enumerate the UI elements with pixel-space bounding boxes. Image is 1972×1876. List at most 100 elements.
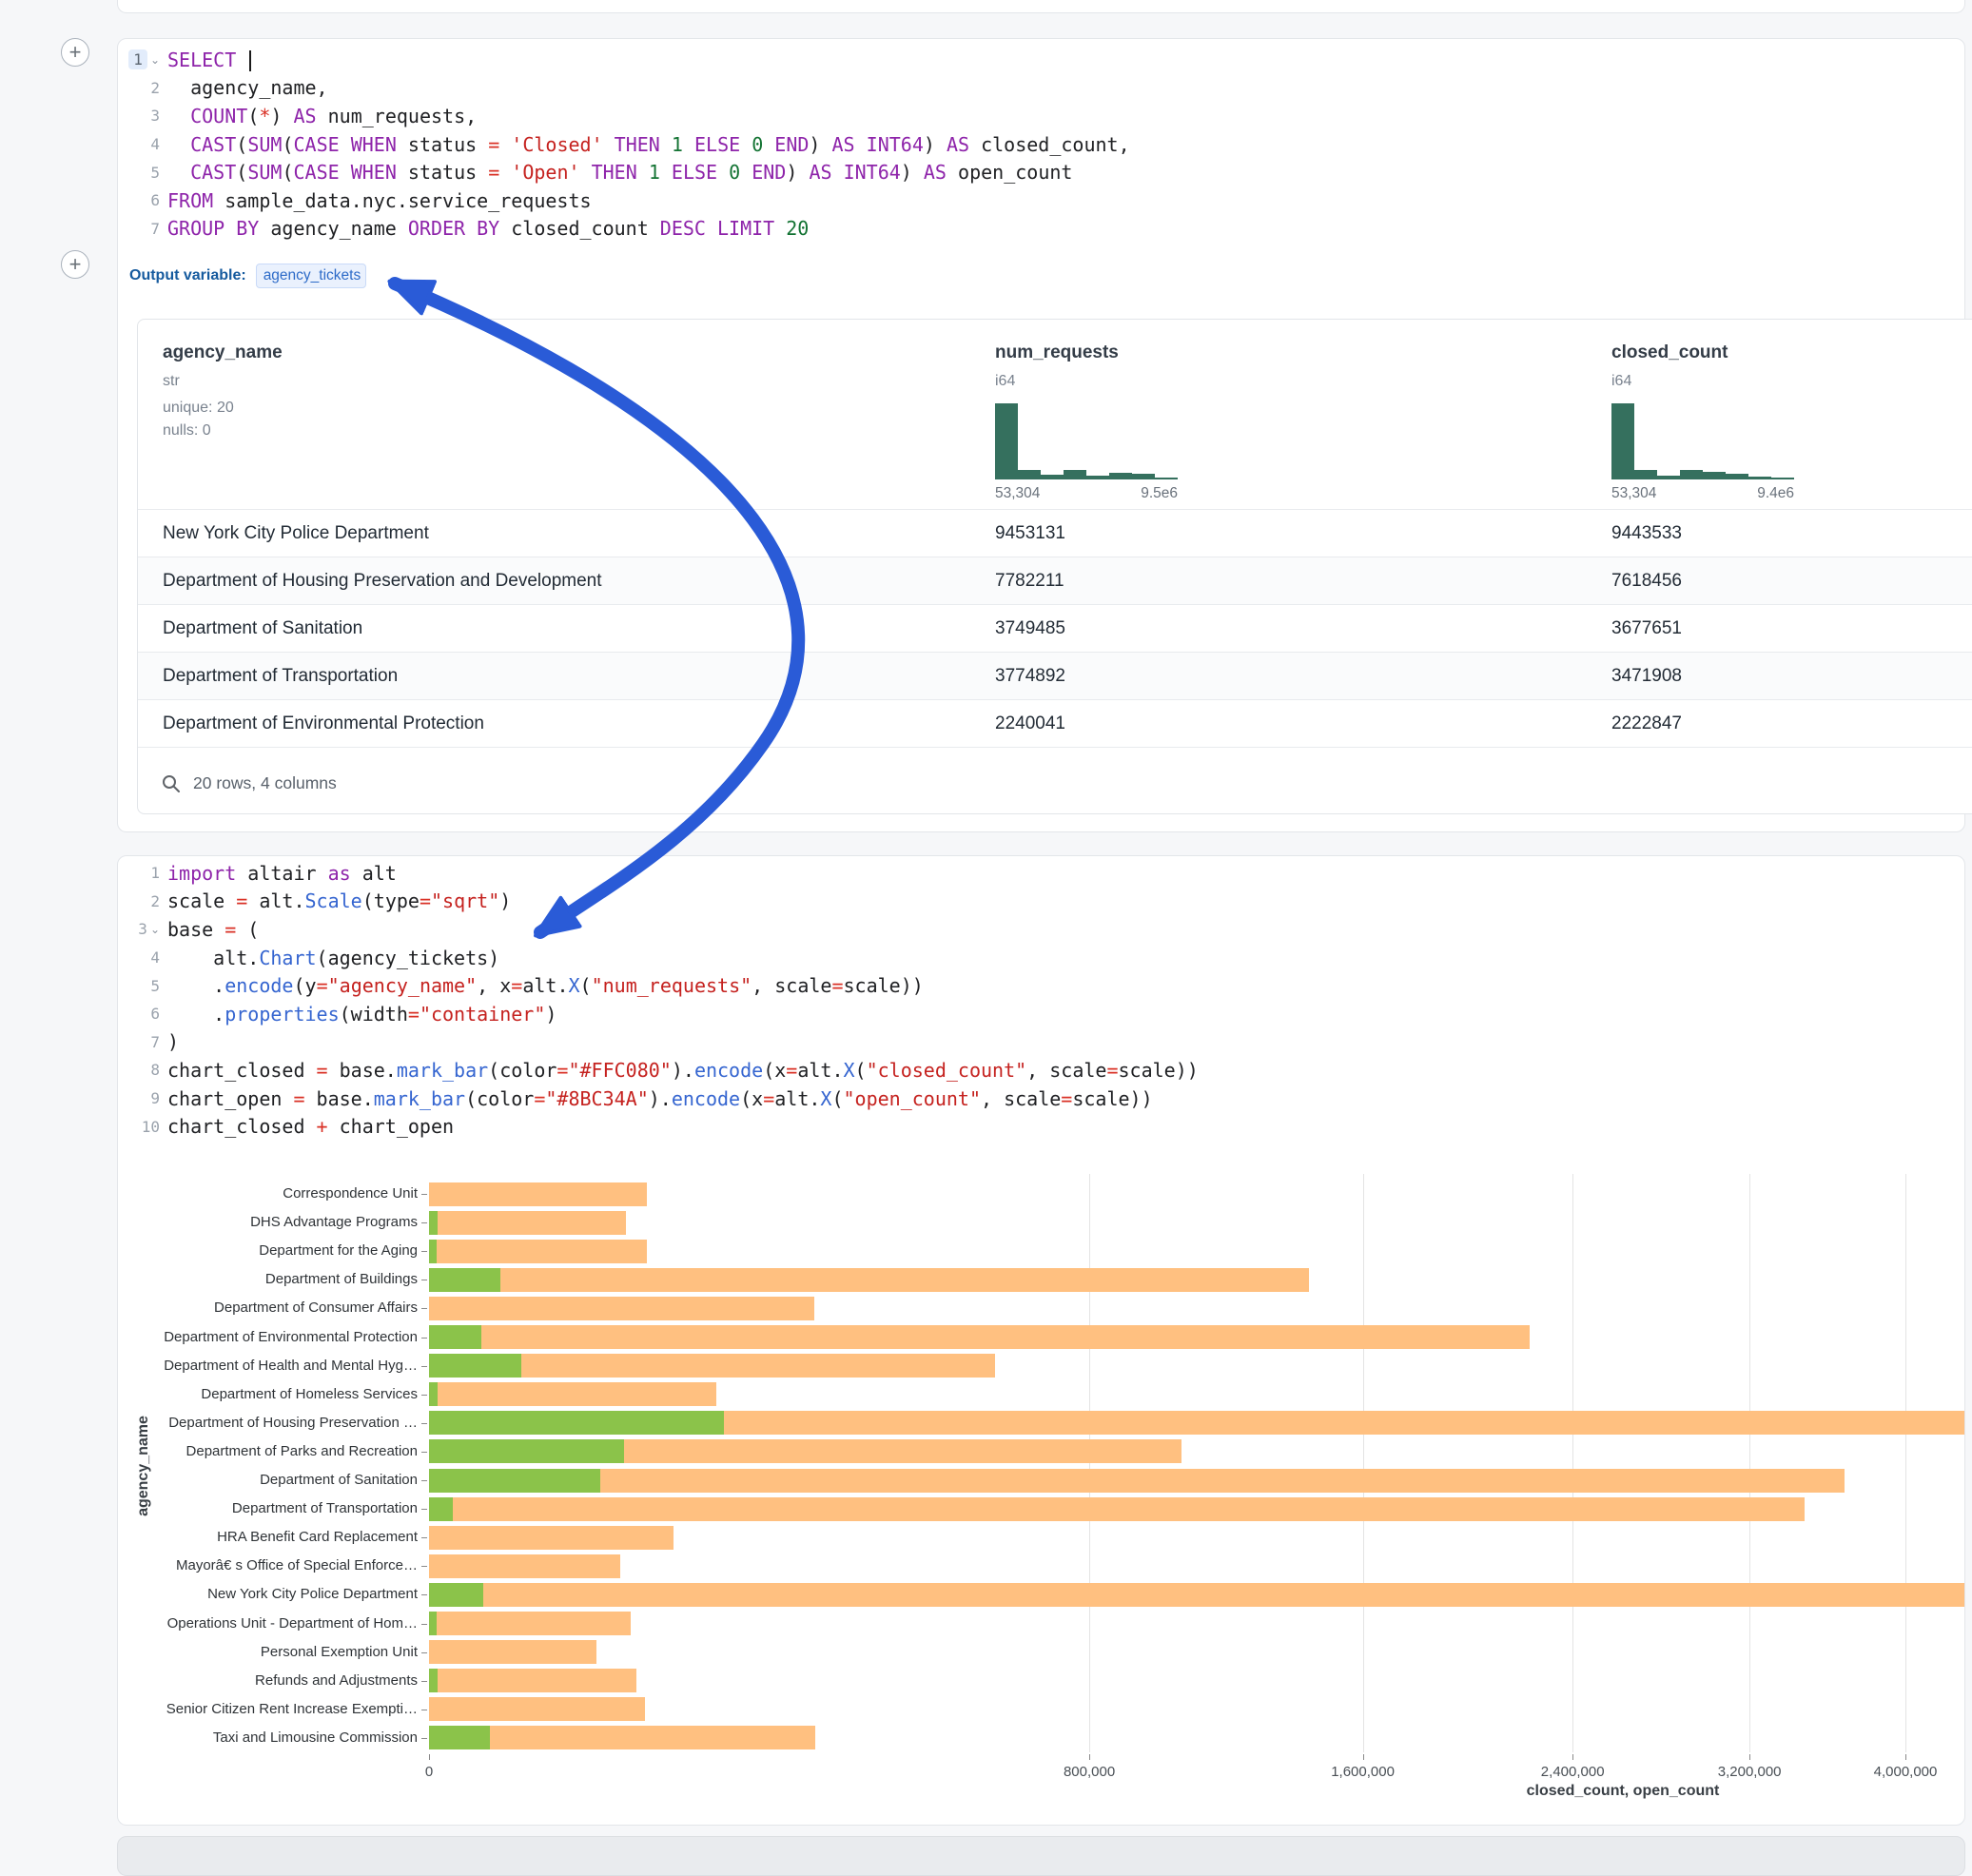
line-number: 7: [118, 220, 160, 238]
line-number: 2: [118, 79, 160, 97]
output-variable-badge[interactable]: agency_tickets: [256, 264, 366, 288]
code-text[interactable]: base = (: [167, 918, 259, 941]
bar-open_count: [429, 1211, 438, 1235]
histogram-bar: [1703, 472, 1726, 479]
column-header[interactable]: agency_name: [163, 342, 283, 363]
histogram-bar: [1657, 476, 1680, 479]
table-cell: Department of Environmental Protection: [163, 700, 484, 747]
code-text[interactable]: FROM sample_data.nyc.service_requests: [167, 189, 592, 212]
bar-closed_count: [429, 1612, 631, 1635]
fold-chevron-icon[interactable]: ⌄: [150, 923, 160, 936]
code-text[interactable]: .encode(y="agency_name", x=alt.X("num_re…: [167, 974, 924, 997]
code-line[interactable]: 10chart_closed + chart_open: [118, 1112, 1963, 1141]
table-row[interactable]: Department of Sanitation37494853677651: [138, 604, 1972, 652]
code-text[interactable]: import altair as alt: [167, 862, 397, 885]
code-line[interactable]: 3⌄ base = (: [118, 915, 1963, 944]
bar-open_count: [429, 1382, 438, 1406]
bar-closed_count: [429, 1469, 1845, 1493]
code-text[interactable]: SELECT: [167, 49, 251, 72]
code-text[interactable]: .properties(width="container"): [167, 1003, 556, 1026]
add-cell-button[interactable]: +: [61, 38, 89, 67]
code-line[interactable]: 5 CAST(SUM(CASE WHEN status = 'Open' THE…: [118, 158, 1963, 186]
y-axis-label: Department of Health and Mental Hyg…: [118, 1358, 418, 1374]
histogram-bar: [1680, 470, 1703, 479]
code-text[interactable]: scale = alt.Scale(type="sqrt"): [167, 889, 511, 912]
table-cell: 7782211: [995, 557, 1064, 604]
x-axis-label: 2,400,000: [1541, 1764, 1605, 1780]
histogram-bar: [1634, 470, 1657, 479]
y-axis-tick: [421, 1652, 427, 1653]
previous-cell-edge: [117, 0, 1965, 13]
code-text[interactable]: COUNT(*) AS num_requests,: [167, 105, 477, 127]
code-line[interactable]: 7 GROUP BY agency_name ORDER BY closed_co…: [118, 215, 1963, 244]
line-number: 3⌄: [118, 920, 160, 938]
table-row[interactable]: New York City Police Department945313194…: [138, 509, 1972, 557]
table-cell: Department of Sanitation: [163, 605, 362, 652]
y-axis-tick: [421, 1194, 427, 1195]
line-number: 6: [118, 191, 160, 209]
code-text[interactable]: GROUP BY agency_name ORDER BY closed_cou…: [167, 217, 809, 240]
code-text[interactable]: CAST(SUM(CASE WHEN status = 'Open' THEN …: [167, 161, 1072, 184]
y-axis-tick: [421, 1423, 427, 1424]
line-number: 5: [118, 164, 160, 182]
column-header[interactable]: num_requests: [995, 342, 1119, 363]
bar-open_count: [429, 1726, 490, 1749]
text-caret: [249, 50, 251, 71]
code-line[interactable]: 7): [118, 1028, 1963, 1057]
code-text[interactable]: ): [167, 1030, 179, 1053]
table-cell: 2240041: [995, 700, 1065, 747]
code-line[interactable]: 6 FROM sample_data.nyc.service_requests: [118, 186, 1963, 215]
code-line[interactable]: 6 .properties(width="container"): [118, 1000, 1963, 1028]
code-line[interactable]: 4 alt.Chart(agency_tickets): [118, 944, 1963, 972]
search-icon[interactable]: [161, 773, 182, 794]
histogram-bar: [1132, 474, 1155, 479]
x-axis-tick: [1905, 1754, 1906, 1760]
fold-chevron-icon[interactable]: ⌄: [150, 53, 160, 67]
bar-closed_count: [429, 1526, 674, 1550]
code-line[interactable]: 8chart_closed = base.mark_bar(color="#FF…: [118, 1056, 1963, 1085]
add-cell-button[interactable]: +: [61, 250, 89, 279]
code-text[interactable]: alt.Chart(agency_tickets): [167, 947, 499, 969]
histogram-bar: [1771, 478, 1794, 479]
code-text[interactable]: CAST(SUM(CASE WHEN status = 'Closed' THE…: [167, 133, 1130, 156]
table-row[interactable]: Department of Transportation377489234719…: [138, 652, 1972, 699]
code-text[interactable]: agency_name,: [167, 76, 328, 99]
gridline: [1905, 1174, 1906, 1752]
histogram-min: 53,304: [1611, 485, 1656, 502]
column-header[interactable]: closed_count: [1611, 342, 1728, 363]
code-line[interactable]: 1import altair as alt: [118, 859, 1963, 888]
y-axis-tick: [421, 1480, 427, 1481]
y-axis-label: DHS Advantage Programs: [118, 1214, 418, 1230]
altair-chart: agency_name closed_count, open_count 080…: [118, 1164, 1964, 1825]
python-code-editor[interactable]: 1import altair as alt 2 scale = alt.Scale(…: [118, 859, 1963, 1141]
table-cell: 3677651: [1611, 605, 1682, 652]
histogram-bar: [1041, 475, 1064, 479]
code-line[interactable]: 3 COUNT(*) AS num_requests,: [118, 102, 1963, 130]
histogram-min: 53,304: [995, 485, 1040, 502]
table-cell: 2222847: [1611, 700, 1682, 747]
code-line[interactable]: 4 CAST(SUM(CASE WHEN status = 'Closed' T…: [118, 130, 1963, 159]
code-line[interactable]: 1⌄SELECT: [118, 46, 1963, 74]
code-line[interactable]: 2 agency_name,: [118, 74, 1963, 103]
x-axis-tick: [1572, 1754, 1573, 1760]
code-text[interactable]: chart_open = base.mark_bar(color="#8BC34…: [167, 1087, 1153, 1110]
sql-code-editor[interactable]: 1⌄SELECT 2 agency_name,3 COUNT(*) AS num…: [118, 46, 1963, 243]
line-number: 7: [118, 1033, 160, 1051]
table-row[interactable]: Department of Housing Preservation and D…: [138, 557, 1972, 604]
y-axis-label: Department of Environmental Protection: [118, 1329, 418, 1345]
table-row-count: 20 rows, 4 columns: [193, 773, 337, 793]
code-line[interactable]: 5 .encode(y="agency_name", x=alt.X("num_…: [118, 971, 1963, 1000]
column-type: str: [163, 373, 180, 390]
x-axis-tick: [1363, 1754, 1364, 1760]
y-axis-label: Department of Homeless Services: [118, 1386, 418, 1402]
code-text[interactable]: chart_closed + chart_open: [167, 1115, 454, 1138]
code-line[interactable]: 2 scale = alt.Scale(type="sqrt"): [118, 888, 1963, 916]
bar-open_count: [429, 1354, 521, 1378]
y-axis-label: Department of Housing Preservation …: [118, 1415, 418, 1431]
code-text[interactable]: chart_closed = base.mark_bar(color="#FFC…: [167, 1059, 1199, 1082]
bar-closed_count: [429, 1325, 1530, 1349]
code-line[interactable]: 9chart_open = base.mark_bar(color="#8BC3…: [118, 1085, 1963, 1113]
gridline: [1749, 1174, 1750, 1752]
table-row[interactable]: Department of Environmental Protection 22…: [138, 699, 1972, 747]
line-number: 2: [118, 892, 160, 910]
